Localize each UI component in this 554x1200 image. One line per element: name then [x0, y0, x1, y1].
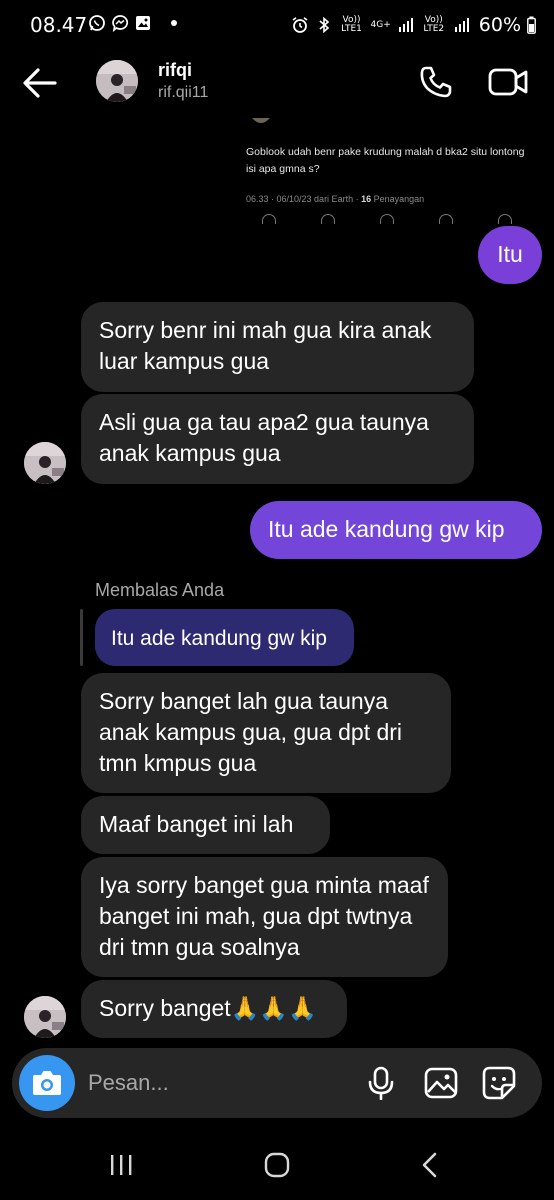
- bookmark-icon: [439, 214, 453, 224]
- camera-icon: [33, 1071, 61, 1095]
- message-bubble-outgoing[interactable]: Itu ade kandung gw kip: [250, 501, 542, 559]
- avatar[interactable]: [96, 60, 138, 102]
- signal-icon: [454, 18, 469, 32]
- message-bubble-outgoing[interactable]: Itu: [478, 226, 542, 284]
- status-time: 08.47: [30, 13, 88, 37]
- message-bubble-incoming[interactable]: Sorry banget lah gua taunya anak kampus …: [81, 673, 451, 793]
- signal-icon: [398, 18, 413, 32]
- video-icon[interactable]: [488, 64, 528, 100]
- sticker-icon[interactable]: [482, 1066, 516, 1100]
- share-icon: [498, 214, 512, 224]
- back-arrow-icon[interactable]: [22, 66, 58, 100]
- shared-post[interactable]: Goblook udah benr pake krudung malah d b…: [232, 118, 542, 228]
- home-icon[interactable]: [264, 1152, 290, 1178]
- post-views-label: Penayangan: [371, 194, 425, 204]
- phone-icon[interactable]: [418, 64, 454, 100]
- post-avatar-fragment: [252, 118, 270, 123]
- notification-icons: [88, 14, 177, 32]
- message-input[interactable]: [88, 1065, 338, 1101]
- status-bar: 08.47 Vo)) LTE1 4G+ Vo)) LTE2 60%: [0, 0, 554, 52]
- post-actions: [262, 214, 512, 226]
- whatsapp-icon: [89, 15, 105, 31]
- bluetooth-icon: [318, 16, 329, 34]
- post-views-count: 16: [361, 194, 372, 204]
- reply-icon: [262, 214, 276, 224]
- contact-username[interactable]: rif.qii11: [158, 84, 208, 102]
- gallery-icon: [136, 16, 150, 30]
- avatar[interactable]: [24, 996, 66, 1038]
- message-bubble-incoming[interactable]: Asli gua ga tau apa2 gua taunya anak kam…: [81, 394, 474, 484]
- battery-level: 60%: [478, 14, 521, 36]
- message-bubble-incoming[interactable]: Maaf banget ini lah: [81, 796, 330, 854]
- messenger-icon: [112, 15, 129, 32]
- system-icons: Vo)) LTE1 4G+ Vo)) LTE2 60%: [291, 14, 536, 36]
- image-icon[interactable]: [424, 1067, 458, 1099]
- reply-label: Membalas Anda: [95, 580, 225, 600]
- replied-message-quote[interactable]: Itu ade kandung gw kip: [95, 609, 354, 666]
- post-text: Goblook udah benr pake krudung malah d b…: [246, 146, 525, 175]
- retweet-icon: [321, 214, 335, 224]
- system-navigation-bar: [0, 1130, 554, 1200]
- chat-header: rifqi rif.qii11: [0, 52, 554, 114]
- message-bubble-incoming[interactable]: Sorry banget🙏🙏🙏: [81, 980, 347, 1038]
- battery-icon: [527, 16, 536, 34]
- mic-icon[interactable]: [366, 1066, 396, 1100]
- message-bubble-incoming[interactable]: Sorry benr ini mah gua kira anak luar ka…: [81, 302, 474, 392]
- message-composer: [12, 1048, 542, 1118]
- message-bubble-incoming[interactable]: Iya sorry banget gua minta maaf banget i…: [81, 857, 448, 977]
- network2-label: Vo)) LTE2: [423, 15, 445, 34]
- avatar[interactable]: [24, 442, 66, 484]
- post-meta: 06.33 · 06/10/23 dari Earth · 16 Penayan…: [246, 194, 424, 204]
- alarm-icon: [292, 17, 307, 33]
- post-time: 06.33 · 06/10/23 dari Earth ·: [246, 194, 362, 204]
- nav-back-icon[interactable]: [420, 1152, 440, 1178]
- like-icon: [380, 214, 394, 224]
- network1-label: Vo)) LTE1: [341, 15, 362, 34]
- more-notifications-dot: [171, 20, 177, 26]
- camera-button[interactable]: [19, 1055, 75, 1111]
- recent-apps-icon[interactable]: [108, 1154, 134, 1176]
- reply-indicator-line: [80, 609, 83, 666]
- network1-gen: 4G+: [370, 19, 391, 30]
- contact-name[interactable]: rifqi: [158, 60, 192, 81]
